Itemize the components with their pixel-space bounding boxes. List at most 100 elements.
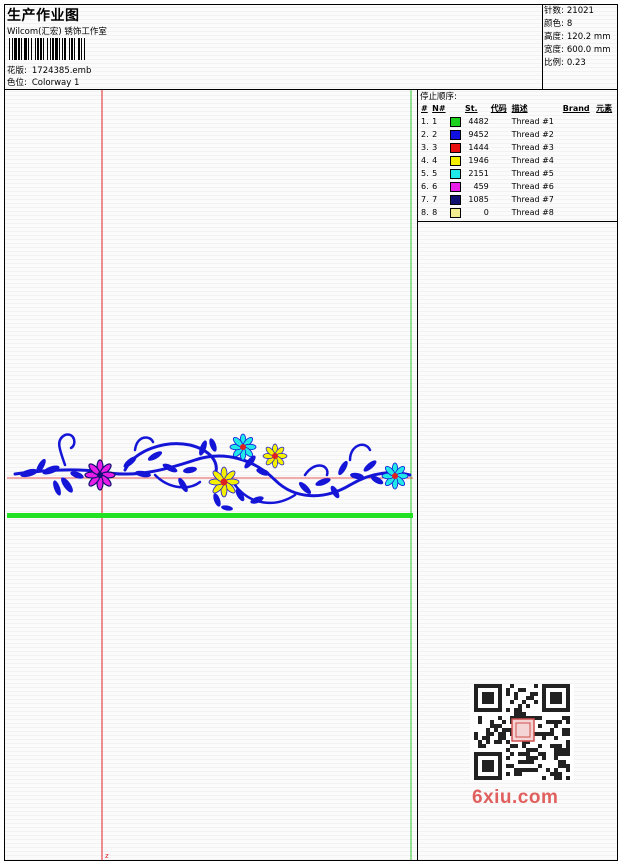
row-index: 4. — [421, 156, 429, 165]
row-code — [490, 141, 511, 154]
row-stitches: 1946 — [468, 156, 489, 165]
row-description: Thread #2 — [511, 130, 554, 139]
row-brand — [562, 115, 595, 128]
thread-color-swatch — [449, 181, 461, 192]
thread-color-swatch — [449, 155, 461, 166]
row-needle: 7 — [432, 195, 438, 204]
thread-color-swatch — [449, 207, 461, 218]
row-element — [595, 206, 616, 219]
row-code — [490, 193, 511, 206]
page-title: 生产作业图 — [7, 8, 80, 24]
thread-row[interactable]: 2. 2 9452 Thread #2 — [420, 128, 616, 141]
embroidery-preview: z — [7, 90, 413, 860]
row-index: 2. — [421, 130, 429, 139]
row-brand — [562, 206, 595, 219]
stop-sequence-title: 停止顺序: — [420, 92, 457, 102]
barcode-icon — [9, 38, 85, 60]
row-needle: 5 — [432, 169, 438, 178]
colorway-row: 色位: Colorway 1 — [7, 76, 79, 88]
row-brand — [562, 154, 595, 167]
company-name: Wilcom(汇宏) 锈饰工作室 — [7, 27, 107, 37]
row-needle: 8 — [432, 208, 438, 217]
row-code — [490, 180, 511, 193]
meta-label: 比例: — [544, 58, 564, 68]
row-stitches: 459 — [473, 182, 489, 191]
meta-label: 宽度: — [544, 45, 564, 55]
design-file-value: 1724385.emb — [31, 66, 92, 76]
meta-value: 120.2 mm — [566, 32, 611, 42]
row-index: 7. — [421, 195, 429, 204]
meta-stitch-count: 针数: 21021 — [543, 5, 618, 18]
row-needle: 3 — [432, 143, 438, 152]
color-swatch-cell — [449, 115, 464, 128]
meta-label: 颜色: — [544, 19, 564, 29]
row-description: Thread #3 — [511, 143, 554, 152]
meta-label: 高度: — [544, 32, 564, 42]
row-element — [595, 154, 616, 167]
meta-color-count: 颜色: 8 — [543, 18, 618, 31]
row-description: Thread #6 — [511, 182, 554, 191]
colorway-value: Colorway 1 — [31, 78, 80, 88]
vine-leaves — [20, 438, 384, 511]
color-swatch-cell — [449, 141, 464, 154]
row-stitches: 1085 — [468, 195, 489, 204]
table-divider — [418, 221, 618, 222]
row-needle: 1 — [432, 117, 438, 126]
col-brand: Brand — [562, 104, 590, 113]
row-stitches: 2151 — [468, 169, 489, 178]
design-file-label: 花版: — [7, 66, 27, 76]
row-brand — [562, 128, 595, 141]
color-swatch-cell — [449, 167, 464, 180]
row-code — [490, 154, 511, 167]
meta-value: 0.23 — [566, 58, 586, 68]
thread-row[interactable]: 6. 6 459 Thread #6 — [420, 180, 616, 193]
meta-scale: 比例: 0.23 — [543, 57, 618, 70]
thread-color-swatch — [449, 168, 461, 179]
meta-height: 高度: 120.2 mm — [543, 31, 618, 44]
row-needle: 4 — [432, 156, 438, 165]
row-code — [490, 167, 511, 180]
meta-label: 针数: — [544, 6, 564, 16]
row-brand — [562, 141, 595, 154]
row-index: 3. — [421, 143, 429, 152]
row-stitches: 9452 — [468, 130, 489, 139]
row-element — [595, 193, 616, 206]
color-swatch-cell — [449, 180, 464, 193]
row-description: Thread #4 — [511, 156, 554, 165]
row-description: Thread #1 — [511, 117, 554, 126]
meta-value: 600.0 mm — [566, 45, 611, 55]
row-index: 8. — [421, 208, 429, 217]
col-index: # — [421, 104, 428, 113]
sheet-header: 生产作业图 Wilcom(汇宏) 锈饰工作室 花版: 1724385.emb 色位… — [5, 5, 617, 90]
thread-row[interactable]: 4. 4 1946 Thread #4 — [420, 154, 616, 167]
row-needle: 6 — [432, 182, 438, 191]
thread-row[interactable]: 1. 1 4482 Thread #1 — [420, 115, 616, 128]
row-index: 5. — [421, 169, 429, 178]
cyan-flower-icon — [229, 433, 257, 461]
thread-table-header: # N# St. 代码 描述 Brand 元素 — [420, 102, 616, 115]
row-element — [595, 167, 616, 180]
row-stitches: 0 — [483, 208, 489, 217]
row-element — [595, 115, 616, 128]
row-index: 1. — [421, 117, 429, 126]
thread-color-swatch — [449, 129, 461, 140]
col-color — [449, 102, 464, 115]
thread-row[interactable]: 3. 3 1444 Thread #3 — [420, 141, 616, 154]
row-code — [490, 115, 511, 128]
thread-row[interactable]: 5. 5 2151 Thread #5 — [420, 167, 616, 180]
row-code — [490, 206, 511, 219]
design-file-row: 花版: 1724385.emb — [7, 64, 91, 76]
design-canvas[interactable]: z — [5, 90, 415, 860]
row-element — [595, 128, 616, 141]
row-description: Thread #5 — [511, 169, 554, 178]
row-stitches: 1444 — [468, 143, 489, 152]
yellow-flower-icon — [262, 443, 288, 469]
thread-color-swatch — [449, 116, 461, 127]
col-element: 元素 — [596, 104, 613, 113]
thread-row[interactable]: 8. 8 0 Thread #8 — [420, 206, 616, 219]
row-index: 6. — [421, 182, 429, 191]
row-description: Thread #8 — [511, 208, 554, 217]
thread-row[interactable]: 7. 7 1085 Thread #7 — [420, 193, 616, 206]
thread-color-swatch — [449, 194, 461, 205]
col-description: 描述 — [511, 104, 528, 113]
